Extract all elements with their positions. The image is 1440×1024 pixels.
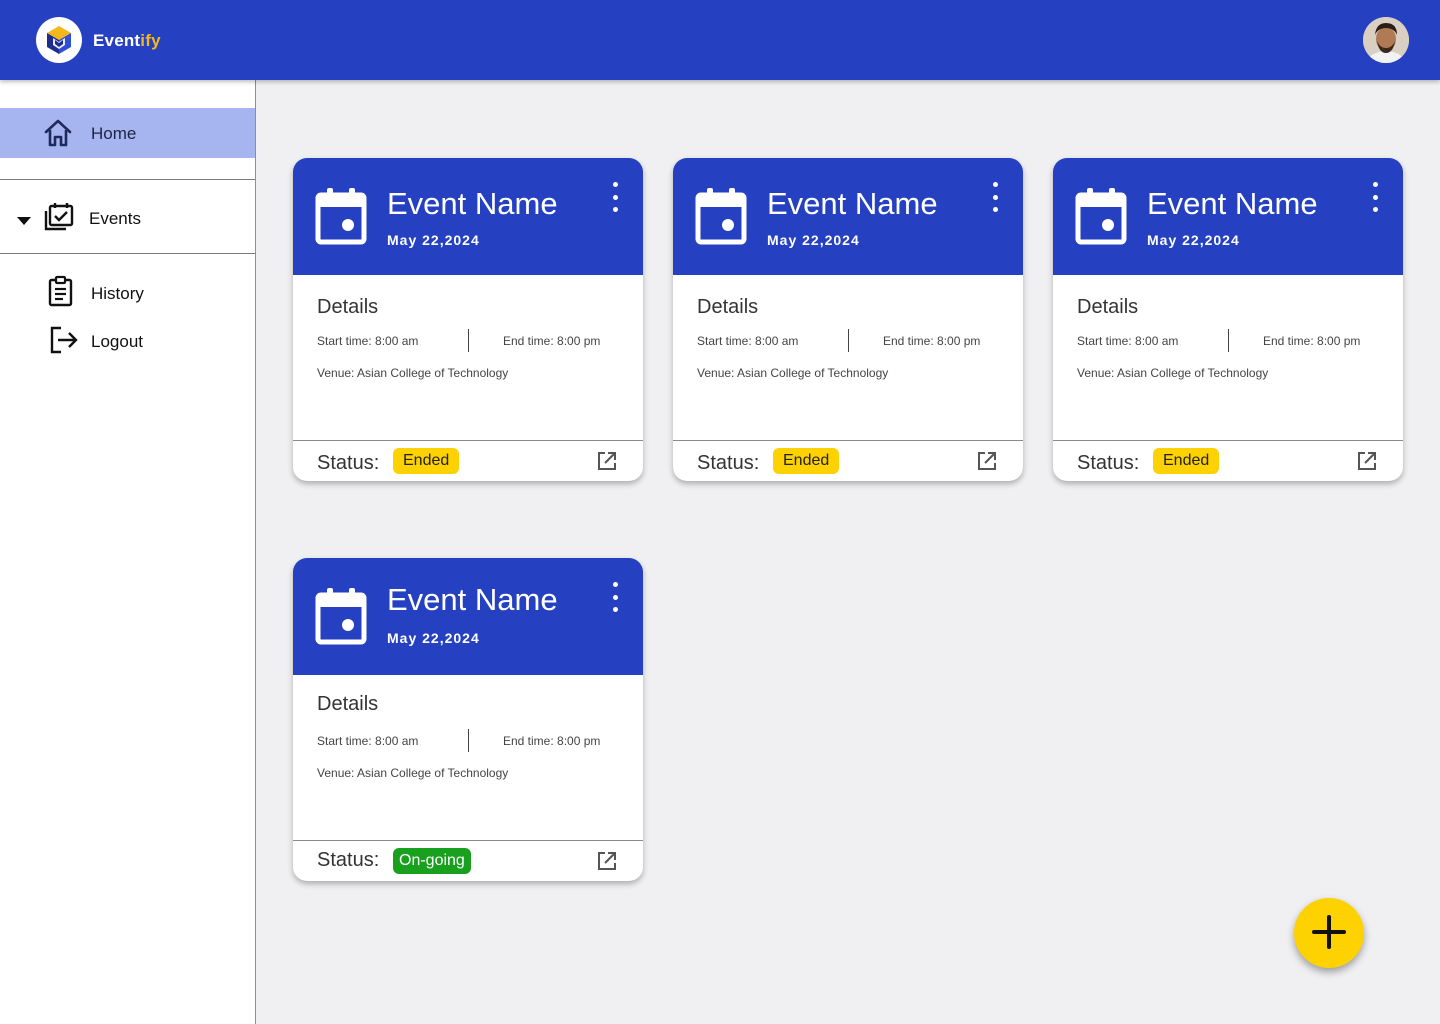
details-heading: Details xyxy=(317,296,379,318)
sidebar-item-logout[interactable]: Logout xyxy=(0,318,255,362)
details-heading: Details xyxy=(317,693,379,715)
open-external-icon[interactable] xyxy=(596,450,618,477)
status-label: Status: xyxy=(697,452,760,474)
time-divider xyxy=(468,729,469,752)
venue: Venue: Asian College of Technology xyxy=(1077,366,1269,380)
status-label: Status: xyxy=(1077,452,1140,474)
event-card-header: Event Name May 22,2024 xyxy=(293,558,643,675)
sidebar: Home Events History Logout xyxy=(0,80,256,1024)
venue: Venue: Asian College of Technology xyxy=(317,766,509,780)
time-divider xyxy=(1228,329,1229,352)
calendar-icon xyxy=(315,587,367,650)
card-divider xyxy=(673,440,1023,441)
start-time: Start time: 8:00 am xyxy=(697,334,799,348)
logout-icon xyxy=(49,326,79,359)
event-card-header: Event Name May 22,2024 xyxy=(293,158,643,275)
end-time: End time: 8:00 pm xyxy=(883,334,981,348)
plus-icon xyxy=(1311,914,1347,953)
event-title: Event Name xyxy=(387,186,558,221)
sidebar-divider xyxy=(0,179,255,180)
sidebar-item-label: Events xyxy=(89,209,141,228)
sidebar-item-label: Logout xyxy=(91,332,143,351)
sidebar-item-label: Home xyxy=(91,124,137,143)
sidebar-item-history[interactable]: History xyxy=(0,270,255,314)
open-external-icon[interactable] xyxy=(976,450,998,477)
time-divider xyxy=(468,329,469,352)
start-time: Start time: 8:00 am xyxy=(1077,334,1179,348)
home-icon xyxy=(43,118,73,153)
chevron-down-icon[interactable] xyxy=(16,213,32,231)
event-date: May 22,2024 xyxy=(387,630,480,646)
calendar-icon xyxy=(315,187,367,250)
event-date: May 22,2024 xyxy=(1147,232,1240,248)
top-app-bar: Eventify xyxy=(0,0,1440,80)
status-badge: Ended xyxy=(1153,448,1220,474)
time-divider xyxy=(848,329,849,352)
event-card-header: Event Name May 22,2024 xyxy=(673,158,1023,275)
open-external-icon[interactable] xyxy=(596,850,618,877)
sidebar-item-home[interactable]: Home xyxy=(0,108,255,158)
sidebar-item-events[interactable]: Events xyxy=(0,195,255,239)
status-label: Status: xyxy=(317,452,380,474)
status-badge: Ended xyxy=(393,448,460,474)
event-card[interactable]: Event Name May 22,2024 Details Start tim… xyxy=(293,558,643,881)
brand-name: Eventify xyxy=(93,31,161,50)
end-time: End time: 8:00 pm xyxy=(503,734,601,748)
calendar-check-icon xyxy=(44,201,74,236)
end-time: End time: 8:00 pm xyxy=(503,334,601,348)
details-heading: Details xyxy=(697,296,759,318)
start-time: Start time: 8:00 am xyxy=(317,334,419,348)
event-title: Event Name xyxy=(387,582,558,617)
event-card[interactable]: Event Name May 22,2024 Details Start tim… xyxy=(673,158,1023,481)
more-options-icon[interactable] xyxy=(1363,182,1387,212)
status-label: Status: xyxy=(317,849,380,871)
cube-logo-icon[interactable] xyxy=(36,17,82,63)
event-title: Event Name xyxy=(767,186,938,221)
event-card-header: Event Name May 22,2024 xyxy=(1053,158,1403,275)
event-date: May 22,2024 xyxy=(767,232,860,248)
card-divider xyxy=(293,840,643,841)
calendar-icon xyxy=(695,187,747,250)
clipboard-icon xyxy=(47,275,75,312)
card-divider xyxy=(1053,440,1403,441)
venue: Venue: Asian College of Technology xyxy=(697,366,889,380)
more-options-icon[interactable] xyxy=(983,182,1007,212)
add-event-button[interactable] xyxy=(1294,898,1364,968)
end-time: End time: 8:00 pm xyxy=(1263,334,1361,348)
more-options-icon[interactable] xyxy=(603,582,627,612)
event-card[interactable]: Event Name May 22,2024 Details Start tim… xyxy=(1053,158,1403,481)
calendar-icon xyxy=(1075,187,1127,250)
event-title: Event Name xyxy=(1147,186,1318,221)
sidebar-divider xyxy=(0,253,255,254)
details-heading: Details xyxy=(1077,296,1139,318)
more-options-icon[interactable] xyxy=(603,182,627,212)
start-time: Start time: 8:00 am xyxy=(317,734,419,748)
status-badge: On-going xyxy=(393,848,471,874)
event-card[interactable]: Event Name May 22,2024 Details Start tim… xyxy=(293,158,643,481)
status-badge: Ended xyxy=(773,448,840,474)
open-external-icon[interactable] xyxy=(1356,450,1378,477)
event-date: May 22,2024 xyxy=(387,232,480,248)
sidebar-item-label: History xyxy=(91,284,144,303)
card-divider xyxy=(293,440,643,441)
user-avatar[interactable] xyxy=(1363,17,1409,63)
venue: Venue: Asian College of Technology xyxy=(317,366,509,380)
